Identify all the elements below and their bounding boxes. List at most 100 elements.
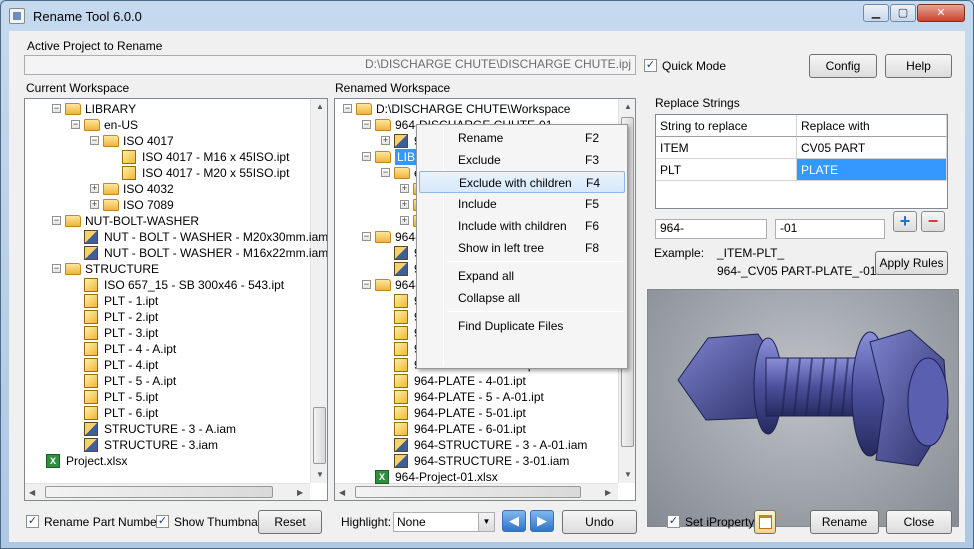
tree-item[interactable]: PLT - 4.ipt	[25, 357, 307, 373]
column-header-replace-with[interactable]: Replace with	[797, 115, 947, 137]
tree-item[interactable]: 964-STRUCTURE - 3 - A-01.iam	[335, 437, 617, 453]
next-highlight-button[interactable]: ▶	[530, 510, 554, 532]
highlight-select[interactable]: None ▼	[393, 512, 495, 532]
menu-item-exclude-with-children[interactable]: Exclude with children F4	[419, 171, 625, 193]
tree-item[interactable]: PLT - 1.ipt	[25, 293, 307, 309]
tree-item[interactable]: − NUT-BOLT-WASHER	[25, 213, 307, 229]
tree-item[interactable]: 964-PLATE - 5-01.ipt	[335, 405, 617, 421]
menu-item-include[interactable]: Include F5	[419, 193, 625, 215]
reset-button[interactable]: Reset	[258, 510, 322, 534]
tree-item[interactable]: 964-PLATE - 5 - A-01.ipt	[335, 389, 617, 405]
left-tree-vscroll-thumb[interactable]	[313, 407, 326, 464]
tree-item[interactable]: − STRUCTURE	[25, 261, 307, 277]
menu-item-rename[interactable]: Rename F2	[419, 127, 625, 149]
column-header-string-to-replace[interactable]: String to replace	[656, 115, 797, 137]
expand-icon[interactable]: +	[400, 200, 409, 209]
tree-item[interactable]: ISO 4017 - M16 x 45ISO.ipt	[25, 149, 307, 165]
tree-item[interactable]: − LIBRARY	[25, 101, 307, 117]
expand-icon[interactable]: +	[400, 184, 409, 193]
collapse-icon[interactable]: −	[362, 232, 371, 241]
menu-item-exclude[interactable]: Exclude F3	[419, 149, 625, 171]
tree-item[interactable]: 964-PLATE - 4-01.ipt	[335, 373, 617, 389]
left-tree-hscrollbar[interactable]: ◀ ▶	[25, 483, 310, 500]
show-thumbnail-checkbox[interactable]: ✓	[156, 515, 169, 528]
minimize-button[interactable]: ▁	[863, 4, 889, 22]
tree-item[interactable]: PLT - 5.ipt	[25, 389, 307, 405]
rename-part-number-checkbox[interactable]: ✓	[26, 515, 39, 528]
right-tree-hscrollbar[interactable]: ◀ ▶	[335, 483, 618, 500]
quick-mode-checkbox[interactable]: ✓	[644, 59, 657, 72]
collapse-icon[interactable]: −	[362, 120, 371, 129]
project-path-field[interactable]: D:\DISCHARGE CHUTE\DISCHARGE CHUTE.ipj	[24, 55, 636, 75]
maximize-button[interactable]: ▢	[890, 4, 916, 22]
tree-item[interactable]: 964-STRUCTURE - 3-01.iam	[335, 453, 617, 469]
collapse-icon[interactable]: −	[343, 104, 352, 113]
close-button[interactable]: Close	[886, 510, 952, 534]
add-rule-button[interactable]: +	[893, 211, 917, 232]
collapse-icon[interactable]: −	[71, 120, 80, 129]
rename-button[interactable]: Rename	[810, 510, 879, 534]
left-tree-vscrollbar[interactable]: ▲ ▼	[310, 99, 327, 483]
tree-item-label: PLT - 4.ipt	[104, 358, 159, 372]
menu-item-expand-all[interactable]: Expand all	[419, 265, 625, 287]
part-icon	[394, 406, 408, 420]
tree-item[interactable]: + ISO 7089	[25, 197, 307, 213]
tree-item[interactable]: ISO 4017 - M20 x 55ISO.ipt	[25, 165, 307, 181]
replace-strings-grid[interactable]: String to replace Replace with ITEM CV05…	[655, 114, 948, 209]
expand-icon[interactable]: +	[381, 136, 390, 145]
collapse-icon[interactable]: −	[52, 104, 61, 113]
tree-item[interactable]: X 964-Project-01.xlsx	[335, 469, 617, 485]
tree-item[interactable]: STRUCTURE - 3 - A.iam	[25, 421, 307, 437]
expand-icon[interactable]: +	[400, 216, 409, 225]
iproperty-settings-button[interactable]	[754, 510, 776, 534]
tree-item[interactable]: + ISO 4032	[25, 181, 307, 197]
tree-item[interactable]: − en-US	[25, 117, 307, 133]
config-button[interactable]: Config	[809, 54, 877, 78]
menu-item-collapse-all[interactable]: Collapse all	[419, 287, 625, 309]
tree-item[interactable]: 964-PLATE - 6-01.ipt	[335, 421, 617, 437]
chevron-down-icon[interactable]: ▼	[478, 513, 494, 531]
left-tree-hscroll-thumb[interactable]	[45, 486, 273, 498]
remove-rule-button[interactable]: −	[921, 211, 945, 232]
tree-item[interactable]: − D:\DISCHARGE CHUTE\Workspace	[335, 101, 617, 117]
tree-item[interactable]: PLT - 6.ipt	[25, 405, 307, 421]
expand-icon[interactable]: +	[90, 184, 99, 193]
collapse-icon[interactable]: −	[362, 280, 371, 289]
suffix-input[interactable]: -01	[775, 219, 885, 239]
tree-item[interactable]: NUT - BOLT - WASHER - M20x30mm.iam	[25, 229, 327, 245]
collapse-icon[interactable]: −	[362, 152, 371, 161]
grid-cell[interactable]: CV05 PART	[797, 137, 947, 159]
apply-rules-button[interactable]: Apply Rules	[875, 251, 948, 275]
collapse-icon[interactable]: −	[90, 136, 99, 145]
tree-item-label: NUT - BOLT - WASHER - M20x30mm.iam	[104, 230, 328, 244]
tree-item[interactable]: NUT - BOLT - WASHER - M16x22mm.iam	[25, 245, 327, 261]
tree-item[interactable]: PLT - 5 - A.ipt	[25, 373, 307, 389]
grid-cell-selected[interactable]: PLATE	[797, 159, 947, 181]
tree-item[interactable]: STRUCTURE - 3.iam	[25, 437, 307, 453]
grid-cell[interactable]: PLT	[656, 159, 797, 181]
prefix-input[interactable]: 964-	[655, 219, 767, 239]
right-tree-hscroll-thumb[interactable]	[355, 486, 581, 498]
previous-highlight-button[interactable]: ◀	[502, 510, 526, 532]
tree-item[interactable]: X Project.xlsx	[25, 453, 307, 469]
collapse-icon[interactable]: −	[52, 216, 61, 225]
undo-button[interactable]: Undo	[562, 510, 637, 534]
set-iproperty-checkbox[interactable]: ✓	[667, 515, 680, 528]
menu-item-include-with-children[interactable]: Include with children F6	[419, 215, 625, 237]
set-iproperty-label: Set iProperty	[685, 515, 755, 529]
help-button[interactable]: Help	[885, 54, 952, 78]
tree-item[interactable]: PLT - 3.ipt	[25, 325, 307, 341]
tree-item[interactable]: − ISO 4017	[25, 133, 307, 149]
tree-item[interactable]: PLT - 2.ipt	[25, 309, 307, 325]
title-bar[interactable]: Rename Tool 6.0.0 ▁ ▢ ✕	[1, 1, 973, 31]
tree-item[interactable]: PLT - 4 - A.ipt	[25, 341, 307, 357]
tree-item[interactable]: ISO 657_15 - SB 300x46 - 543.ipt	[25, 277, 307, 293]
menu-item-show-in-left-tree[interactable]: Show in left tree F8	[419, 237, 625, 259]
menu-item-find-duplicate-files[interactable]: Find Duplicate Files	[419, 315, 625, 337]
current-workspace-tree[interactable]: ▲ ▼ ◀ ▶ − LIBRARY − en-US − ISO 4017 ISO 4017 …	[24, 98, 328, 501]
grid-cell[interactable]: ITEM	[656, 137, 797, 159]
expand-icon[interactable]: +	[90, 200, 99, 209]
close-window-button[interactable]: ✕	[917, 4, 965, 22]
collapse-icon[interactable]: −	[381, 168, 390, 177]
collapse-icon[interactable]: −	[52, 264, 61, 273]
